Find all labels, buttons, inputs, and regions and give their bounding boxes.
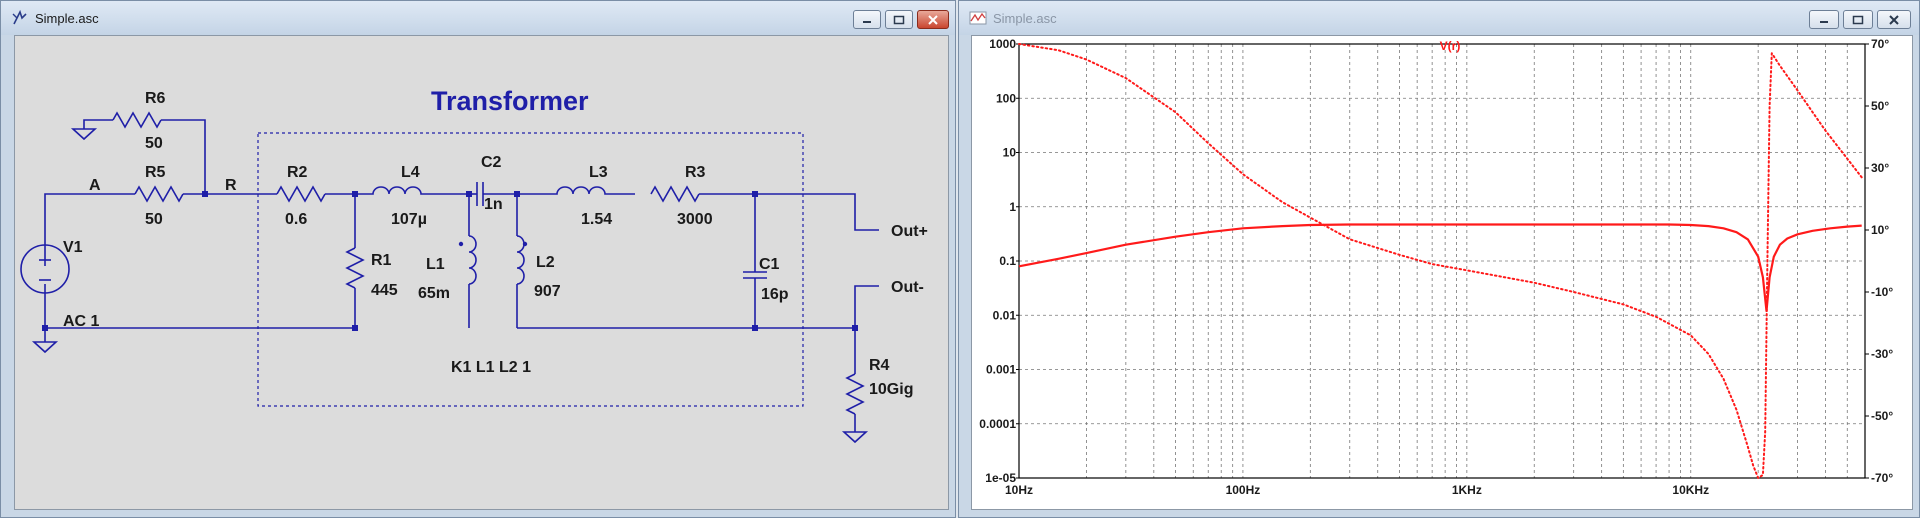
- l2-inductor[interactable]: [516, 235, 525, 285]
- c1-value: 16p: [761, 286, 789, 303]
- y2-tick-label: -10°: [1871, 285, 1893, 299]
- schematic-window[interactable]: Simple.asc Transformer R6 50 R5 50 R2 0.…: [0, 0, 956, 518]
- minimize-button-plot[interactable]: [1809, 10, 1839, 29]
- v1-polarity-marks: [39, 254, 51, 281]
- r6-ref: R6: [145, 90, 166, 107]
- r5-resistor[interactable]: [134, 185, 184, 203]
- l2-phasing-dot: [522, 241, 528, 247]
- maximize-icon: [1852, 15, 1864, 24]
- y-tick-label: 0.1: [999, 254, 1016, 268]
- schematic-heading: Transformer: [431, 86, 589, 116]
- l1-phasing-dot: [458, 241, 464, 247]
- l4-ref: L4: [401, 164, 420, 181]
- y-tick-label: 0.001: [986, 363, 1016, 377]
- r6-resistor[interactable]: [112, 111, 162, 129]
- close-icon: [928, 14, 938, 25]
- x-tick-label: 10KHz: [1672, 483, 1709, 497]
- y2-tick-label: -30°: [1871, 347, 1893, 361]
- r2-value: 0.6: [285, 211, 307, 228]
- y2-tick-label: -50°: [1871, 409, 1893, 423]
- net-label-out-minus: Out-: [891, 279, 924, 296]
- coupling-directive: K1 L1 L2 1: [451, 359, 531, 376]
- net-label-out-plus: Out+: [891, 223, 928, 240]
- r1-ref: R1: [371, 252, 392, 269]
- y2-tick-label: 70°: [1871, 37, 1889, 51]
- l4-value: 107µ: [391, 211, 427, 228]
- l1-ref: L1: [426, 256, 445, 273]
- minimize-icon: [1820, 20, 1828, 23]
- r5-value: 50: [145, 211, 163, 228]
- ltspice-waveform-icon: [969, 11, 987, 25]
- r3-value: 3000: [677, 211, 713, 228]
- y2-tick-label: 30°: [1871, 161, 1889, 175]
- r2-resistor[interactable]: [276, 185, 326, 203]
- y2-tick-label: 10°: [1871, 223, 1889, 237]
- schematic-canvas[interactable]: Transformer R6 50 R5 50 R2 0.6 L4 107µ C…: [14, 35, 949, 510]
- y2-tick-label: 50°: [1871, 99, 1889, 113]
- magnitude-trace: [1018, 223, 1862, 313]
- l1-inductor[interactable]: [468, 235, 477, 285]
- y-tick-label: 0.0001: [979, 417, 1016, 431]
- l3-ref: L3: [589, 164, 608, 181]
- maximize-button[interactable]: [885, 10, 913, 29]
- r4-ref: R4: [869, 357, 890, 374]
- trace-name-label[interactable]: V(r): [1440, 39, 1461, 53]
- c2-value: 1n: [484, 196, 503, 213]
- l4-inductor[interactable]: [357, 186, 437, 195]
- y-tick-label: 100: [996, 91, 1016, 105]
- ltspice-schematic-icon: [12, 9, 27, 25]
- c1-ref: C1: [759, 256, 780, 273]
- close-button-plot[interactable]: [1877, 10, 1911, 29]
- maximize-button-plot[interactable]: [1843, 10, 1873, 29]
- y-tick-label: 1000: [989, 37, 1016, 51]
- v1-value: AC 1: [63, 313, 100, 330]
- l1-value: 65m: [418, 285, 450, 302]
- y-tick-label: 0.01: [993, 308, 1017, 322]
- l3-value: 1.54: [581, 211, 612, 228]
- r4-resistor[interactable]: [845, 373, 865, 415]
- r3-resistor[interactable]: [650, 185, 700, 203]
- x-tick-label: 100Hz: [1226, 483, 1261, 497]
- schematic-title: Simple.asc: [35, 11, 99, 26]
- v1-ref: V1: [63, 239, 83, 256]
- schematic-drawing[interactable]: Transformer R6 50 R5 50 R2 0.6 L4 107µ C…: [15, 36, 950, 512]
- net-label-a: A: [89, 177, 101, 194]
- x-tick-label: 10Hz: [1005, 483, 1033, 497]
- minimize-button[interactable]: [853, 10, 881, 29]
- l2-value: 907: [534, 283, 561, 300]
- junction-nodes: [42, 191, 858, 331]
- r5-ref: R5: [145, 164, 166, 181]
- y2-tick-label: -70°: [1871, 471, 1893, 485]
- waveform-window[interactable]: Simple.asc V(r) 1000 100 10 1 0.1 0.01 0.001 0.…: [958, 0, 1920, 518]
- r1-value: 445: [371, 282, 398, 299]
- v1-ground-symbol: [31, 341, 59, 354]
- close-button[interactable]: [917, 10, 949, 29]
- plot-pane[interactable]: V(r) 1000 100 10 1 0.1 0.01 0.001 0.0001 1e-05 10…: [971, 35, 1913, 510]
- y-tick-label: 1: [1009, 200, 1016, 214]
- r4-value: 10Gig: [869, 381, 913, 398]
- r1-resistor[interactable]: [345, 247, 365, 289]
- r3-ref: R3: [685, 164, 706, 181]
- l3-inductor[interactable]: [517, 186, 635, 195]
- close-icon: [1889, 14, 1899, 25]
- waveform-titlebar[interactable]: Simple.asc: [959, 1, 1919, 35]
- c2-ref: C2: [481, 154, 502, 171]
- waveform-title: Simple.asc: [993, 11, 1057, 26]
- y-tick-label: 10: [1003, 146, 1017, 160]
- x-tick-label: 1KHz: [1452, 483, 1482, 497]
- r6-value: 50: [145, 135, 163, 152]
- net-label-r: R: [225, 177, 237, 194]
- r2-ref: R2: [287, 164, 308, 181]
- l2-ref: L2: [536, 254, 555, 271]
- maximize-icon: [893, 15, 905, 24]
- r4-ground-symbol: [841, 431, 869, 444]
- minimize-icon: [863, 20, 871, 23]
- r6-ground-symbol: [70, 128, 98, 141]
- schematic-titlebar[interactable]: Simple.asc: [1, 1, 955, 35]
- bode-plot[interactable]: V(r) 10001001010.10.010.0010.00011e-0510…: [972, 36, 1914, 512]
